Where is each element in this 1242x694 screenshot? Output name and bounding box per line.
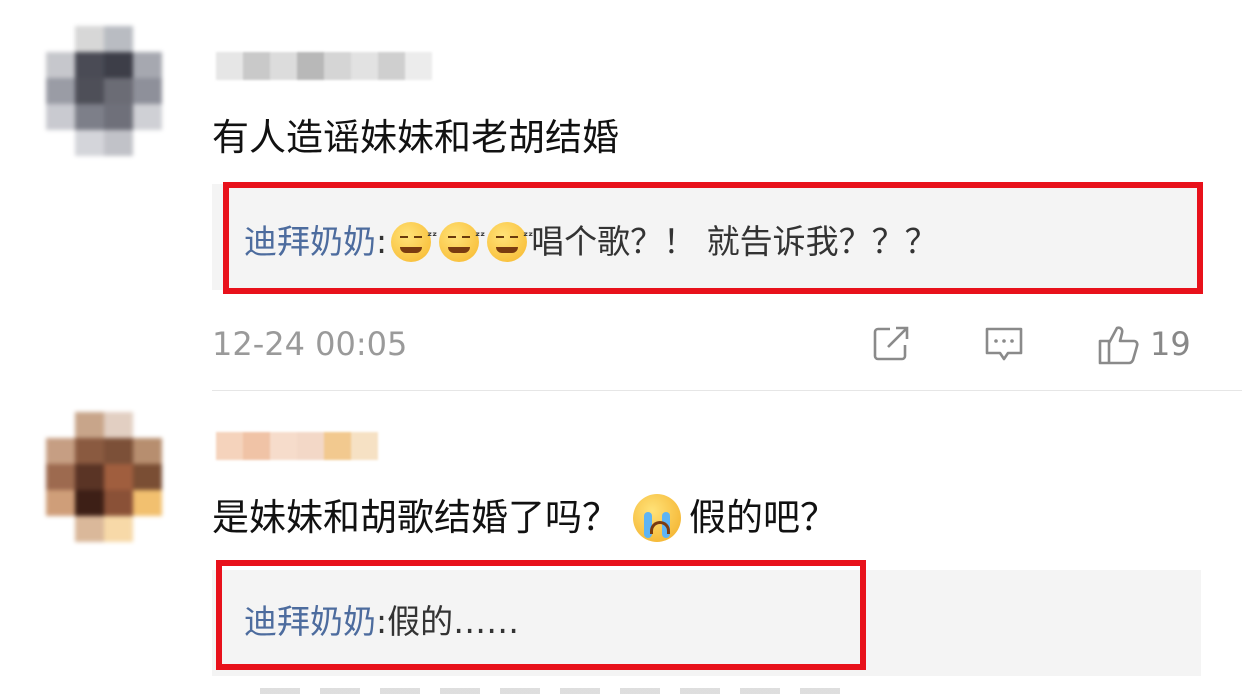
blur-pixel — [133, 130, 162, 156]
thumbs-up-icon — [1098, 326, 1139, 365]
reply-separator: : — [376, 602, 388, 641]
reply-line: 迪拜奶奶 : ᶻᶻ ᶻᶻ ᶻᶻ 唱个歌？！ 就告诉我？？？ — [244, 220, 938, 264]
blur-pixel — [216, 432, 243, 460]
blur-pixel — [104, 464, 133, 490]
reply-separator: : — [376, 222, 388, 261]
blur-pixel — [297, 432, 324, 460]
blur-pixel — [405, 52, 432, 80]
blur-pixel — [133, 516, 162, 542]
blur-pixel — [75, 438, 104, 464]
blur-pixel — [46, 516, 75, 542]
username-blurred[interactable] — [216, 432, 378, 460]
blur-pixel — [46, 26, 75, 52]
timestamp: 12-24 00:05 — [212, 325, 408, 363]
blur-pixel — [270, 52, 297, 80]
share-icon — [873, 326, 909, 361]
blur-pixel — [46, 130, 75, 156]
blur-pixel — [75, 516, 104, 542]
blur-pixel — [351, 432, 378, 460]
blur-pixel — [46, 104, 75, 130]
reply-button[interactable] — [982, 322, 1026, 366]
blur-pixel — [133, 52, 162, 78]
blur-pixel — [104, 130, 133, 156]
blur-pixel — [75, 104, 104, 130]
truncated-text-line — [260, 688, 860, 694]
blur-pixel — [104, 26, 133, 52]
reply-username[interactable]: 迪拜奶奶 — [244, 600, 376, 644]
blur-pixel — [46, 438, 75, 464]
divider — [212, 390, 1242, 391]
blur-pixel — [133, 78, 162, 104]
blur-pixel — [104, 104, 133, 130]
blur-pixel — [133, 104, 162, 130]
blur-pixel — [216, 52, 243, 80]
reply-username[interactable]: 迪拜奶奶 — [244, 220, 376, 264]
blur-pixel — [104, 490, 133, 516]
comment-item: 是妹妹和胡歌结婚了吗？ 假的吧？ 迪拜奶奶 : 假的…… — [0, 392, 1242, 694]
blur-pixel — [46, 52, 75, 78]
blur-pixel — [75, 78, 104, 104]
avatar[interactable] — [46, 412, 162, 542]
blur-pixel — [297, 52, 324, 80]
comment-text: 有人造谣妹妹和老胡结婚 — [212, 116, 619, 159]
like-button[interactable]: 19 — [1096, 322, 1191, 366]
blur-pixel — [270, 432, 297, 460]
crying-emoji — [633, 494, 681, 542]
blur-pixel — [133, 490, 162, 516]
blur-pixel — [104, 412, 133, 438]
blur-pixel — [324, 52, 351, 80]
blur-pixel — [75, 26, 104, 52]
blur-pixel — [133, 26, 162, 52]
reply-line: 迪拜奶奶 : 假的…… — [244, 600, 519, 644]
sleepy-emoji: ᶻᶻ — [487, 222, 533, 262]
blur-pixel — [75, 130, 104, 156]
blur-pixel — [324, 432, 351, 460]
blur-pixel — [133, 464, 162, 490]
comment-icon — [985, 327, 1023, 361]
blur-pixel — [133, 438, 162, 464]
comment-item: 有人造谣妹妹和老胡结婚 迪拜奶奶 : ᶻᶻ ᶻᶻ ᶻᶻ 唱个歌？！ 就告诉我？？… — [0, 0, 1242, 392]
blur-pixel — [378, 52, 405, 80]
blur-pixel — [46, 464, 75, 490]
share-button[interactable] — [870, 322, 912, 366]
sleepy-emoji: ᶻᶻ — [439, 222, 485, 262]
blur-pixel — [104, 516, 133, 542]
blur-pixel — [104, 438, 133, 464]
sleepy-emoji: ᶻᶻ — [391, 222, 437, 262]
blur-pixel — [75, 52, 104, 78]
reply-text: 唱个歌？！ 就告诉我？？？ — [531, 222, 938, 261]
blur-pixel — [75, 412, 104, 438]
blur-pixel — [75, 464, 104, 490]
blur-pixel — [243, 432, 270, 460]
blur-pixel — [104, 52, 133, 78]
comment-meta: 12-24 00:05 19 — [212, 322, 1198, 366]
blur-pixel — [46, 490, 75, 516]
comment-text-part: 是妹妹和胡歌结婚了吗？ — [212, 496, 619, 539]
blur-pixel — [46, 78, 75, 104]
blur-pixel — [133, 412, 162, 438]
username-blurred[interactable] — [216, 52, 432, 80]
comment-text-part: 假的吧？ — [689, 496, 837, 539]
blur-pixel — [351, 52, 378, 80]
reply-text: 假的…… — [387, 602, 520, 641]
blur-pixel — [75, 490, 104, 516]
blur-pixel — [46, 412, 75, 438]
comment-text: 是妹妹和胡歌结婚了吗？ 假的吧？ — [212, 494, 837, 542]
avatar[interactable] — [46, 26, 162, 156]
like-count: 19 — [1150, 325, 1191, 363]
blur-pixel — [104, 78, 133, 104]
blur-pixel — [243, 52, 270, 80]
